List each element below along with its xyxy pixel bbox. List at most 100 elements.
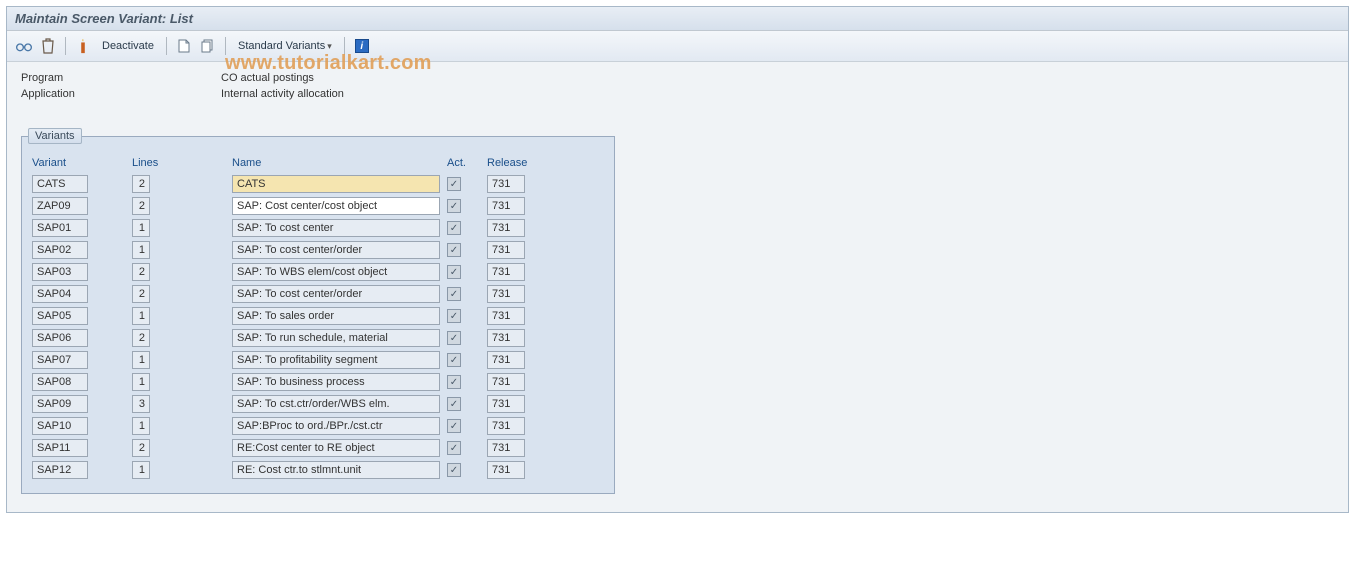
name-cell[interactable]: SAP: To WBS elem/cost object — [232, 263, 440, 281]
active-checkbox[interactable]: ✓ — [447, 463, 461, 477]
application-row: Application Internal activity allocation — [21, 88, 1334, 100]
table-row[interactable]: SAP06 2 SAP: To run schedule, material ✓ 731 — [30, 327, 606, 349]
active-checkbox[interactable]: ✓ — [447, 221, 461, 235]
name-cell[interactable]: SAP: To cst.ctr/order/WBS elm. — [232, 395, 440, 413]
release-cell[interactable]: 731 — [487, 263, 525, 281]
active-checkbox[interactable]: ✓ — [447, 243, 461, 257]
active-checkbox[interactable]: ✓ — [447, 397, 461, 411]
lines-cell[interactable]: 2 — [132, 285, 150, 303]
active-checkbox[interactable]: ✓ — [447, 287, 461, 301]
table-row[interactable]: ZAP09 2 SAP: Cost center/cost object ✓ 731 — [30, 195, 606, 217]
lines-cell[interactable]: 1 — [132, 373, 150, 391]
table-row[interactable]: SAP07 1 SAP: To profitability segment ✓ 731 — [30, 349, 606, 371]
variant-cell[interactable]: SAP04 — [32, 285, 88, 303]
active-checkbox[interactable]: ✓ — [447, 309, 461, 323]
name-cell[interactable]: SAP:BProc to ord./BPr./cst.ctr — [232, 417, 440, 435]
trash-icon[interactable] — [39, 37, 57, 55]
table-row[interactable]: SAP08 1 SAP: To business process ✓ 731 — [30, 371, 606, 393]
glasses-icon[interactable] — [15, 37, 33, 55]
release-cell[interactable]: 731 — [487, 351, 525, 369]
table-row[interactable]: SAP09 3 SAP: To cst.ctr/order/WBS elm. ✓ 731 — [30, 393, 606, 415]
standard-variants-button[interactable]: Standard Variants ▾ — [234, 38, 336, 54]
variant-cell[interactable]: SAP01 — [32, 219, 88, 237]
release-cell[interactable]: 731 — [487, 197, 525, 215]
variant-cell[interactable]: SAP08 — [32, 373, 88, 391]
name-cell[interactable]: RE:Cost center to RE object — [232, 439, 440, 457]
lines-cell[interactable]: 1 — [132, 219, 150, 237]
release-cell[interactable]: 731 — [487, 219, 525, 237]
lines-cell[interactable]: 2 — [132, 439, 150, 457]
table-row[interactable]: SAP10 1 SAP:BProc to ord./BPr./cst.ctr ✓ 731 — [30, 415, 606, 437]
lines-cell[interactable]: 3 — [132, 395, 150, 413]
lines-cell[interactable]: 1 — [132, 307, 150, 325]
variant-cell[interactable]: SAP05 — [32, 307, 88, 325]
active-checkbox[interactable]: ✓ — [447, 353, 461, 367]
table-row[interactable]: SAP12 1 RE: Cost ctr.to stlmnt.unit ✓ 731 — [30, 459, 606, 481]
active-checkbox[interactable]: ✓ — [447, 177, 461, 191]
active-checkbox[interactable]: ✓ — [447, 419, 461, 433]
name-cell[interactable]: CATS — [232, 175, 440, 193]
name-cell[interactable]: SAP: To cost center — [232, 219, 440, 237]
table-row[interactable]: SAP02 1 SAP: To cost center/order ✓ 731 — [30, 239, 606, 261]
table-row[interactable]: SAP03 2 SAP: To WBS elem/cost object ✓ 731 — [30, 261, 606, 283]
col-header-variant[interactable]: Variant — [32, 157, 132, 169]
lines-cell[interactable]: 1 — [132, 417, 150, 435]
release-cell[interactable]: 731 — [487, 395, 525, 413]
active-checkbox[interactable]: ✓ — [447, 331, 461, 345]
name-cell[interactable]: SAP: To business process — [232, 373, 440, 391]
table-row[interactable]: SAP05 1 SAP: To sales order ✓ 731 — [30, 305, 606, 327]
variant-cell[interactable]: ZAP09 — [32, 197, 88, 215]
lines-cell[interactable]: 1 — [132, 351, 150, 369]
copy-icon[interactable] — [199, 37, 217, 55]
col-header-release[interactable]: Release — [487, 157, 557, 169]
variant-cell[interactable]: SAP02 — [32, 241, 88, 259]
lines-cell[interactable]: 2 — [132, 263, 150, 281]
release-cell[interactable]: 731 — [487, 373, 525, 391]
table-row[interactable]: CATS 2 CATS ✓ 731 — [30, 173, 606, 195]
lines-cell[interactable]: 1 — [132, 461, 150, 479]
variant-cell[interactable]: SAP09 — [32, 395, 88, 413]
variant-cell[interactable]: SAP06 — [32, 329, 88, 347]
variant-cell[interactable]: SAP07 — [32, 351, 88, 369]
release-cell[interactable]: 731 — [487, 439, 525, 457]
name-cell[interactable]: RE: Cost ctr.to stlmnt.unit — [232, 461, 440, 479]
variant-cell[interactable]: SAP11 — [32, 439, 88, 457]
release-cell[interactable]: 731 — [487, 175, 525, 193]
application-value: Internal activity allocation — [221, 88, 344, 100]
release-cell[interactable]: 731 — [487, 241, 525, 259]
col-header-act[interactable]: Act. — [447, 157, 487, 169]
variant-cell[interactable]: SAP12 — [32, 461, 88, 479]
name-cell[interactable]: SAP: To run schedule, material — [232, 329, 440, 347]
active-checkbox[interactable]: ✓ — [447, 375, 461, 389]
name-cell[interactable]: SAP: To cost center/order — [232, 241, 440, 259]
lines-cell[interactable]: 2 — [132, 175, 150, 193]
deactivate-button[interactable]: Deactivate — [98, 38, 158, 54]
name-cell[interactable]: SAP: To profitability segment — [232, 351, 440, 369]
release-cell[interactable]: 731 — [487, 461, 525, 479]
table-row[interactable]: SAP04 2 SAP: To cost center/order ✓ 731 — [30, 283, 606, 305]
active-checkbox[interactable]: ✓ — [447, 265, 461, 279]
info-icon[interactable]: i — [353, 37, 371, 55]
variant-cell[interactable]: SAP10 — [32, 417, 88, 435]
col-header-name[interactable]: Name — [232, 157, 447, 169]
candle-icon[interactable] — [74, 37, 92, 55]
variant-cell[interactable]: SAP03 — [32, 263, 88, 281]
lines-cell[interactable]: 1 — [132, 241, 150, 259]
lines-cell[interactable]: 2 — [132, 329, 150, 347]
name-cell[interactable]: SAP: To cost center/order — [232, 285, 440, 303]
release-cell[interactable]: 731 — [487, 417, 525, 435]
new-doc-icon[interactable] — [175, 37, 193, 55]
table-row[interactable]: SAP01 1 SAP: To cost center ✓ 731 — [30, 217, 606, 239]
lines-cell[interactable]: 2 — [132, 197, 150, 215]
release-cell[interactable]: 731 — [487, 285, 525, 303]
table-row[interactable]: SAP11 2 RE:Cost center to RE object ✓ 731 — [30, 437, 606, 459]
name-cell[interactable]: SAP: Cost center/cost object — [232, 197, 440, 215]
name-cell[interactable]: SAP: To sales order — [232, 307, 440, 325]
variant-cell[interactable]: CATS — [32, 175, 88, 193]
separator — [166, 37, 167, 55]
active-checkbox[interactable]: ✓ — [447, 441, 461, 455]
active-checkbox[interactable]: ✓ — [447, 199, 461, 213]
col-header-lines[interactable]: Lines — [132, 157, 232, 169]
release-cell[interactable]: 731 — [487, 329, 525, 347]
release-cell[interactable]: 731 — [487, 307, 525, 325]
